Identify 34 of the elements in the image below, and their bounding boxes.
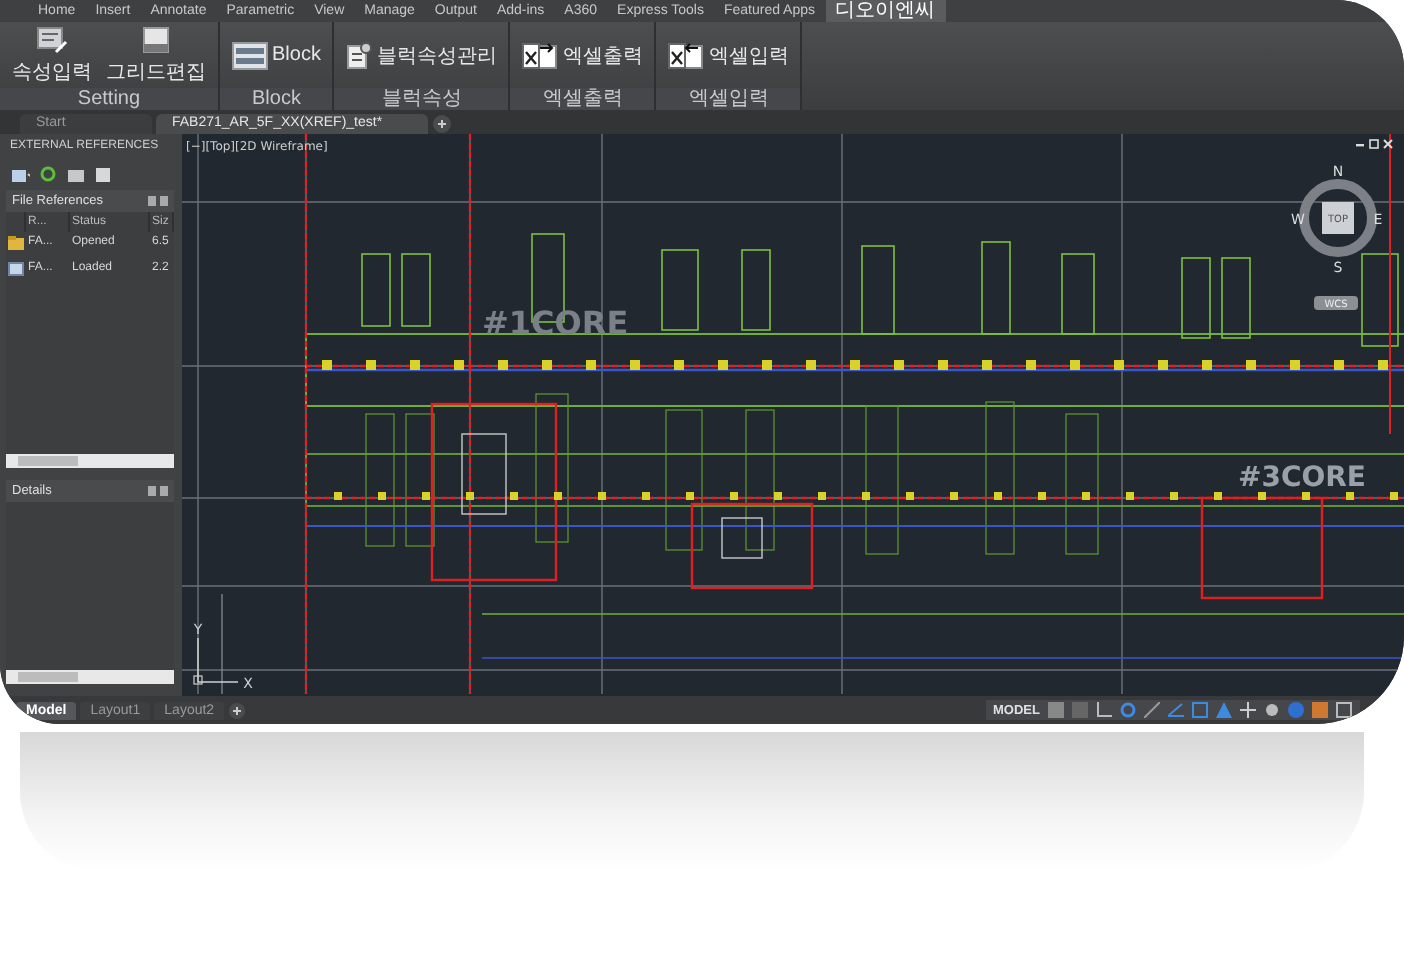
ribbon-button[interactable]: 엑셀입력 — [664, 39, 793, 71]
angle-icon[interactable] — [1168, 702, 1184, 718]
panel-label: Setting — [0, 88, 218, 110]
object-snap-icon[interactable] — [1192, 702, 1208, 718]
form-pen-icon — [36, 25, 68, 53]
ucs-badge[interactable] — [1314, 296, 1358, 310]
annotation-text: #1CORE — [482, 304, 629, 342]
ribbon-button[interactable]: 블럭속성관리 — [342, 39, 501, 71]
ribbon-tab[interactable]: 디오이엔씨 — [825, 0, 946, 22]
spreadsheet-arrow-icon — [668, 41, 705, 69]
panel-label: 블럭속성 — [334, 88, 509, 110]
document-icon — [8, 262, 24, 276]
ucs-axes-icon — [193, 637, 239, 685]
scrollbar[interactable] — [6, 670, 174, 684]
plus-icon[interactable] — [228, 701, 247, 719]
block-table-icon — [232, 41, 268, 69]
panel-label: Block — [220, 88, 333, 110]
spreadsheet-arrow-icon — [522, 41, 559, 69]
ribbon-button[interactable]: Block — [228, 39, 325, 71]
refresh-icon[interactable] — [40, 166, 58, 182]
plus-icon[interactable] — [432, 114, 452, 134]
ribbon-button[interactable]: 속성입력 — [8, 23, 96, 87]
plus-icon[interactable] — [1240, 702, 1256, 718]
annotation-text: #3CORE — [1238, 462, 1366, 494]
panel-label: 엑셀출력 — [510, 88, 655, 110]
ribbon-button[interactable]: 그리드편집 — [102, 23, 210, 87]
restore-icon[interactable] — [1369, 139, 1379, 149]
ortho-icon[interactable] — [1096, 702, 1112, 718]
ribbon-button[interactable]: 엑셀출력 — [518, 39, 647, 71]
fullscreen-icon[interactable] — [1336, 702, 1352, 718]
minimize-icon[interactable] — [1356, 144, 1364, 147]
close-icon[interactable] — [1383, 139, 1393, 149]
panel-label: 엑셀입력 — [656, 88, 801, 110]
polar-icon[interactable] — [1120, 702, 1136, 718]
